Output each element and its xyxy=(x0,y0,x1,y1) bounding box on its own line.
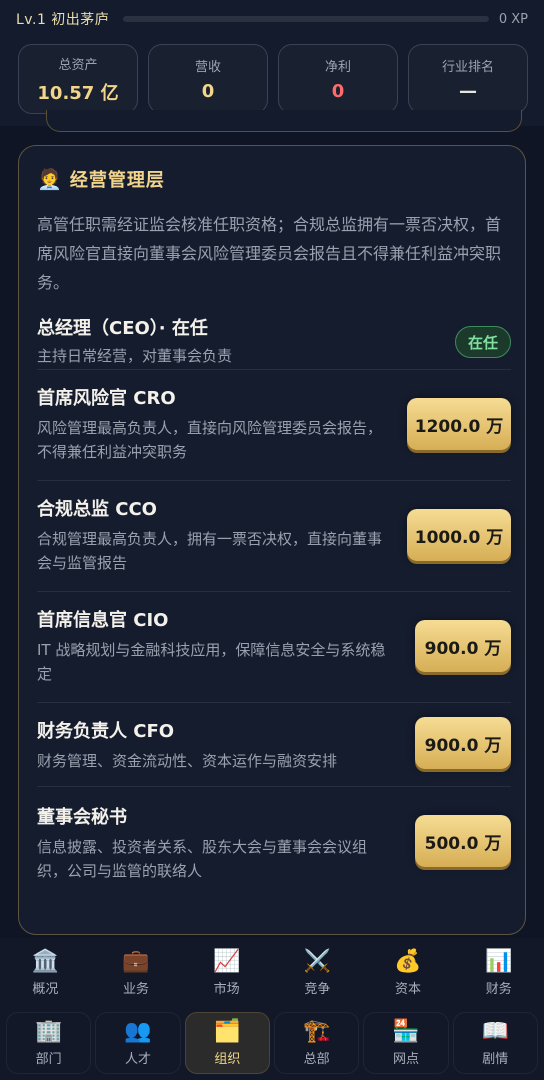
previous-card-edge xyxy=(46,110,522,132)
nav-headquarters[interactable]: 🏗️ 总部 xyxy=(273,1012,360,1074)
top-status-bar: Lv.1 初出茅庐 0 XP 总资产 10.57 亿 营收 0 净利 0 行业排… xyxy=(0,0,544,126)
stat-value: 0 xyxy=(201,81,215,102)
exec-name: 总经理（CEO）· 在任 xyxy=(37,318,208,339)
nav-label: 竞争 xyxy=(304,981,331,997)
hire-board-secretary-button[interactable]: 500.0 万 xyxy=(415,815,511,867)
stat-total-assets[interactable]: 总资产 10.57 亿 xyxy=(18,44,138,114)
hire-cco-button[interactable]: 1000.0 万 xyxy=(407,509,511,561)
primary-nav: 🏛️ 概况 💼 业务 📈 市场 ⚔️ 竞争 💰 资本 📊 财务 xyxy=(0,938,544,1008)
exec-desc: 信息披露、投资者关系、股东大会与董事会会议组织，公司与监管的联络人 xyxy=(37,838,368,880)
status-badge: 在任 xyxy=(454,326,511,358)
card-header: 🧑‍💼 经营管理层 xyxy=(37,166,165,192)
nav-label: 人才 xyxy=(124,1051,151,1067)
nav-capital[interactable]: 💰 资本 xyxy=(363,938,454,1008)
briefcase-icon: 💼 xyxy=(122,948,150,974)
card-index-icon: 🗂️ xyxy=(213,1018,242,1044)
stat-value: 0 xyxy=(331,81,345,102)
management-card: 🧑‍💼 经营管理层 高管任职需经证监会核准任职资格；合规总监拥有一票否决权，首席… xyxy=(18,145,526,935)
nav-market[interactable]: 📈 市场 xyxy=(181,938,272,1008)
nav-label: 资本 xyxy=(395,981,422,997)
nav-label: 概况 xyxy=(32,981,59,997)
people-icon: 👥 xyxy=(124,1018,152,1044)
hire-cro-button[interactable]: 1200.0 万 xyxy=(407,398,511,450)
nav-organization[interactable]: 🗂️ 组织 xyxy=(184,1012,270,1074)
card-title: 经营管理层 xyxy=(69,170,165,191)
stat-value: — xyxy=(459,81,477,102)
xp-progress-bar xyxy=(123,16,489,22)
nav-department[interactable]: 🏢 部门 xyxy=(6,1012,92,1074)
nav-talent[interactable]: 👥 人才 xyxy=(95,1012,181,1074)
hire-cio-button[interactable]: 900.0 万 xyxy=(415,620,511,672)
chart-up-icon: 📈 xyxy=(212,948,241,974)
stats-panel: 总资产 10.57 亿 营收 0 净利 0 行业排名 — xyxy=(18,44,528,114)
stat-net-profit[interactable]: 净利 0 xyxy=(278,44,398,114)
money-bag-icon: 💰 xyxy=(394,948,422,974)
open-book-icon: 📖 xyxy=(481,1018,509,1044)
card-description: 高管任职需经证监会核准任职资格；合规总监拥有一票否决权，首席风险官直接向董事会风… xyxy=(37,215,502,292)
construction-icon: 🏗️ xyxy=(302,1018,331,1044)
secondary-nav: 🏢 部门 👥 人才 🗂️ 组织 🏗️ 总部 🏪 网点 📖 剧情 xyxy=(0,1008,544,1080)
xp-value: 0 XP xyxy=(498,11,528,27)
exec-row-ceo: 总经理（CEO）· 在任 主持日常经营，对董事会负责 在任 xyxy=(37,314,511,370)
office-building-icon: 🏢 xyxy=(34,1018,63,1044)
nav-label: 财务 xyxy=(485,981,512,997)
nav-business[interactable]: 💼 业务 xyxy=(91,938,182,1008)
nav-label: 部门 xyxy=(35,1051,62,1067)
nav-label: 市场 xyxy=(213,981,240,997)
manager-icon: 🧑‍💼 xyxy=(37,167,62,191)
exec-row-board-secretary: 董事会秘书 信息披露、投资者关系、股东大会与董事会会议组织，公司与监管的联络人 … xyxy=(37,787,511,887)
stat-value: 10.57 亿 xyxy=(37,82,119,104)
nav-branches[interactable]: 🏪 网点 xyxy=(363,1012,449,1074)
nav-label: 业务 xyxy=(123,981,150,997)
exec-desc: 合规管理最高负责人，拥有一票否决权，直接向董事会与监管报告 xyxy=(37,530,383,572)
nav-label: 总部 xyxy=(303,1051,330,1067)
nav-label: 网点 xyxy=(392,1051,419,1067)
nav-label: 组织 xyxy=(214,1051,241,1067)
nav-competition[interactable]: ⚔️ 竞争 xyxy=(272,938,363,1008)
stat-label: 行业排名 xyxy=(441,60,494,75)
nav-finance[interactable]: 📊 财务 xyxy=(453,938,544,1008)
level-label: Lv.1 初出茅庐 xyxy=(16,12,110,28)
nav-overview[interactable]: 🏛️ 概况 xyxy=(0,938,91,1008)
exec-row-cio: 首席信息官 CIO IT 战略规划与金融科技应用，保障信息安全与系统稳定 900… xyxy=(37,592,511,703)
stat-label: 净利 xyxy=(324,60,351,75)
nav-story[interactable]: 📖 剧情 xyxy=(452,1012,538,1074)
hire-cfo-button[interactable]: 900.0 万 xyxy=(415,717,511,769)
bank-icon: 🏛️ xyxy=(31,948,60,974)
executive-list: 总经理（CEO）· 在任 主持日常经营，对董事会负责 在任 首席风险官 CRO … xyxy=(37,314,511,887)
nav-label: 剧情 xyxy=(482,1051,509,1067)
stat-label: 营收 xyxy=(194,60,221,75)
exec-desc: 风险管理最高负责人，直接向风险管理委员会报告，不得兼任利益冲突职务 xyxy=(37,419,383,461)
exec-desc: 主持日常经营，对董事会负责 xyxy=(37,347,233,365)
store-icon: 🏪 xyxy=(392,1018,420,1044)
stat-label: 总资产 xyxy=(58,57,98,73)
stat-industry-rank[interactable]: 行业排名 — xyxy=(408,44,528,114)
exec-row-cco: 合规总监 CCO 合规管理最高负责人，拥有一票否决权，直接向董事会与监管报告 1… xyxy=(37,481,511,592)
bar-chart-icon: 📊 xyxy=(484,948,513,974)
level-row: Lv.1 初出茅庐 0 XP xyxy=(16,8,528,30)
exec-row-cro: 首席风险官 CRO 风险管理最高负责人，直接向风险管理委员会报告，不得兼任利益冲… xyxy=(37,370,511,481)
exec-desc: IT 战略规划与金融科技应用，保障信息安全与系统稳定 xyxy=(37,641,386,683)
crossed-swords-icon: ⚔️ xyxy=(303,948,332,974)
stat-revenue[interactable]: 营收 0 xyxy=(148,44,268,114)
exec-row-cfo: 财务负责人 CFO 财务管理、资金流动性、资本运作与融资安排 900.0 万 xyxy=(37,703,511,787)
